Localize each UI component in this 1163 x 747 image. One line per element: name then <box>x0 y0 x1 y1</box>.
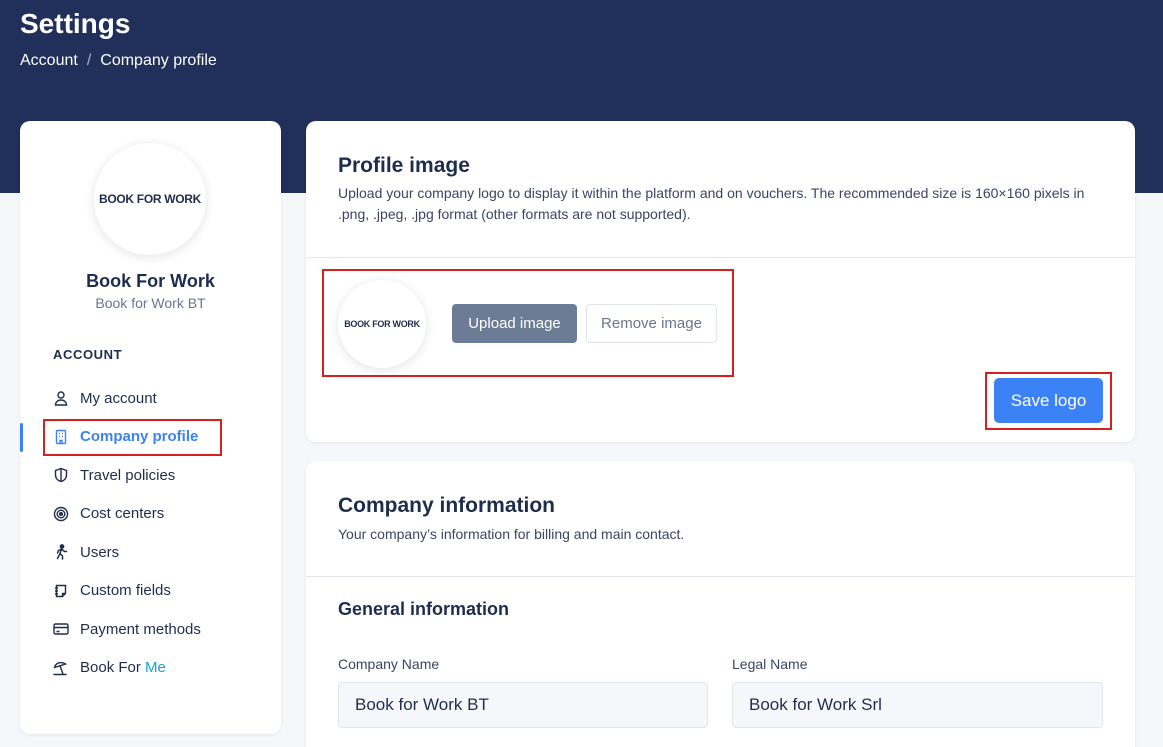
company-name-input[interactable] <box>338 682 708 728</box>
company-subtitle: Book for Work BT <box>95 295 206 311</box>
sidebar-item-payment-methods[interactable]: Payment methods <box>20 610 281 649</box>
company-name: Book For Work <box>86 271 215 291</box>
section-label-account: ACCOUNT <box>53 347 123 362</box>
sidebar-item-cost-centers[interactable]: Cost centers <box>20 495 281 534</box>
sidebar-item-book-for-me[interactable]: Book For Me <box>20 649 281 688</box>
sidebar-item-label-accent: Me <box>145 659 166 677</box>
general-information-heading: General information <box>338 599 510 619</box>
legal-name-label: Legal Name <box>732 656 808 672</box>
company-information-card: Company information Your company’s infor… <box>306 461 1135 747</box>
page-title: Settings <box>20 8 131 39</box>
save-logo-button[interactable]: Save logo <box>994 378 1103 423</box>
sidebar-item-label: Cost centers <box>80 505 165 523</box>
sidebar-item-my-account[interactable]: My account <box>20 379 281 418</box>
sidebar-item-label: Book For <box>80 659 141 677</box>
upload-zone-highlight: BOOK FOR WORK Upload image Remove image <box>322 269 734 377</box>
card-divider <box>306 576 1135 577</box>
logo-preview: BOOK FOR WORK <box>338 280 426 368</box>
company-logo: BOOK FOR WORK <box>98 192 202 206</box>
company-name-label: Company Name <box>338 656 440 672</box>
shield-icon <box>52 466 70 484</box>
target-icon <box>52 505 70 523</box>
logo-preview-text: BOOK FOR WORK <box>344 319 420 329</box>
profile-image-description: Upload your company logo to display it w… <box>338 185 1085 222</box>
breadcrumb-company-profile: Company profile <box>100 52 217 69</box>
sidebar-item-users[interactable]: Users <box>20 533 281 572</box>
credit-card-icon <box>52 620 70 638</box>
sidebar-item-custom-fields[interactable]: Custom fields <box>20 572 281 611</box>
breadcrumb-separator: / <box>86 52 92 69</box>
company-information-description: Your company’s information for billing a… <box>338 526 685 542</box>
legal-name-input[interactable] <box>732 682 1103 728</box>
note-icon <box>52 582 70 600</box>
sidebar: BOOK FOR WORK Book For Work Book for Wor… <box>20 121 281 734</box>
sidebar-item-label: Payment methods <box>80 620 201 638</box>
sidebar-item-company-profile[interactable]: Company profile <box>20 418 281 457</box>
sidebar-item-label: Users <box>80 543 120 561</box>
breadcrumb-account[interactable]: Account <box>20 52 78 70</box>
sidebar-item-label: Travel policies <box>80 466 176 484</box>
walking-person-icon <box>52 543 70 561</box>
sidebar-nav: My account Company profile Travel polici… <box>20 379 281 687</box>
breadcrumb: Account / Company profile <box>20 52 217 70</box>
remove-image-button[interactable]: Remove image <box>586 304 717 343</box>
profile-image-title: Profile image <box>338 154 470 177</box>
sidebar-item-label: My account <box>80 389 157 407</box>
user-icon <box>52 389 70 407</box>
card-divider <box>306 257 1135 258</box>
company-avatar: BOOK FOR WORK <box>94 143 206 255</box>
highlight-box <box>43 418 222 456</box>
company-information-title: Company information <box>338 494 556 517</box>
profile-image-card: Profile image Upload your company logo t… <box>306 121 1135 442</box>
beach-umbrella-icon <box>52 659 70 677</box>
save-zone-highlight: Save logo <box>985 372 1112 430</box>
sidebar-item-label: Custom fields <box>80 582 171 600</box>
upload-image-button[interactable]: Upload image <box>452 304 577 343</box>
sidebar-item-travel-policies[interactable]: Travel policies <box>20 456 281 495</box>
